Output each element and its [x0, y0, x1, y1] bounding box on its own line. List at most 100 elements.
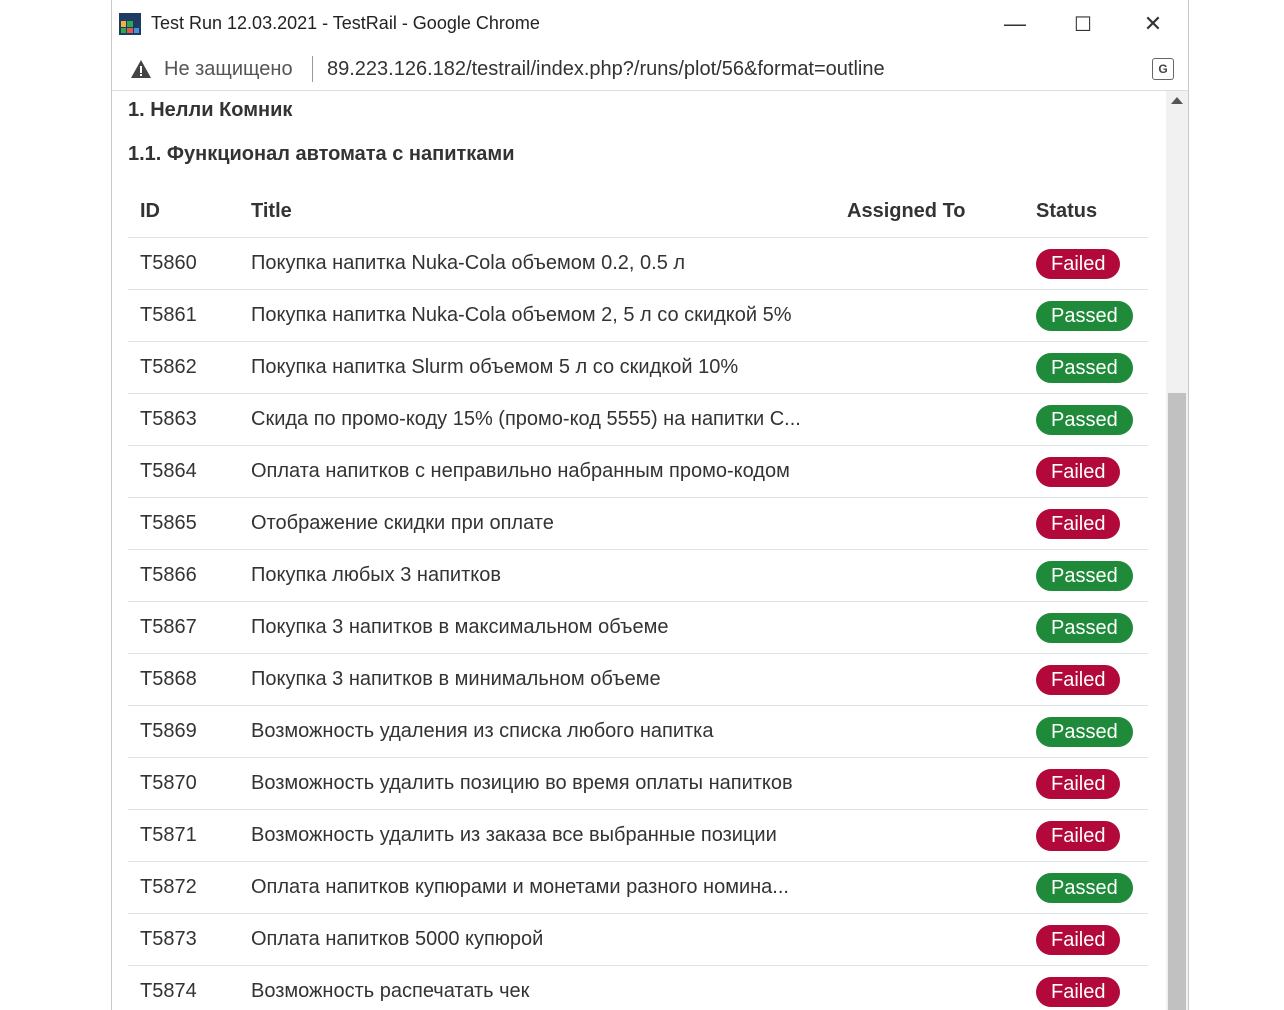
column-header-title: Title — [251, 185, 847, 238]
cell-assigned — [847, 549, 1036, 602]
cell-id[interactable]: T5860 — [128, 237, 251, 290]
cell-id[interactable]: T5873 — [128, 913, 251, 966]
cell-assigned — [847, 809, 1036, 862]
table-row[interactable]: T5862 Покупка напитка Slurm объемом 5 л с… — [128, 341, 1148, 394]
cell-title[interactable]: Возможность удаления из списка любого на… — [251, 705, 847, 758]
table-row[interactable]: T5872 Оплата напитков купюрами и монетами… — [128, 861, 1148, 914]
scrollbar-thumb[interactable] — [1168, 393, 1186, 1010]
column-header-assigned: Assigned To — [847, 185, 1036, 238]
cell-title[interactable]: Оплата напитков 5000 купюрой — [251, 913, 847, 966]
cell-status: Failed — [1036, 497, 1148, 550]
status-badge: Failed — [1036, 924, 1121, 955]
table-row[interactable]: T5861 Покупка напитка Nuka-Cola объемом 2… — [128, 289, 1148, 342]
cell-assigned — [847, 705, 1036, 758]
cell-assigned — [847, 237, 1036, 290]
scroll-up-arrow-icon[interactable] — [1171, 97, 1183, 104]
vertical-scrollbar[interactable] — [1166, 91, 1188, 1010]
cell-title[interactable]: Возможность удалить из заказа все выбран… — [251, 809, 847, 862]
cell-id[interactable]: T5872 — [128, 861, 251, 914]
table-row[interactable]: T5868 Покупка 3 напитков в минимальном об… — [128, 653, 1148, 706]
minimize-button[interactable]: — — [995, 8, 1035, 40]
cell-id[interactable]: T5861 — [128, 289, 251, 342]
cell-title[interactable]: Оплата напитков купюрами и монетами разн… — [251, 861, 847, 914]
maximize-button[interactable]: ☐ — [1063, 8, 1103, 40]
status-badge: Failed — [1036, 248, 1121, 279]
status-badge: Passed — [1036, 352, 1133, 383]
status-badge: Failed — [1036, 768, 1121, 799]
cell-title[interactable]: Скида по промо-коду 15% (промо-код 5555)… — [251, 393, 847, 446]
cell-status: Failed — [1036, 965, 1148, 1010]
cell-id[interactable]: T5864 — [128, 445, 251, 498]
url-field[interactable]: 89.223.126.182/testrail/index.php?/runs/… — [327, 58, 885, 81]
cell-id[interactable]: T5867 — [128, 601, 251, 654]
table-row[interactable]: T5869 Возможность удаления из списка любо… — [128, 705, 1148, 758]
cell-id[interactable]: T5863 — [128, 393, 251, 446]
cell-title[interactable]: Возможность распечатать чек — [251, 965, 847, 1010]
status-badge: Failed — [1036, 456, 1121, 487]
cell-id[interactable]: T5865 — [128, 497, 251, 550]
cell-assigned — [847, 913, 1036, 966]
warning-icon[interactable] — [130, 58, 152, 80]
cell-title[interactable]: Возможность удалить позицию во время опл… — [251, 757, 847, 810]
table-header-row: ID Title Assigned To Status — [128, 185, 1148, 238]
cell-assigned — [847, 497, 1036, 550]
close-button[interactable]: ✕ — [1133, 8, 1173, 40]
cell-title[interactable]: Покупка 3 напитков в максимальном объеме — [251, 601, 847, 654]
cell-assigned — [847, 965, 1036, 1010]
cell-id[interactable]: T5862 — [128, 341, 251, 394]
cell-status: Passed — [1036, 705, 1148, 758]
table-row[interactable]: T5864 Оплата напитков с неправильно набра… — [128, 445, 1148, 498]
cell-status: Passed — [1036, 289, 1148, 342]
cell-status: Passed — [1036, 341, 1148, 394]
cell-id[interactable]: T5866 — [128, 549, 251, 602]
cell-assigned — [847, 653, 1036, 706]
cell-status: Failed — [1036, 445, 1148, 498]
security-label[interactable]: Не защищено — [164, 58, 293, 81]
cell-status: Passed — [1036, 549, 1148, 602]
cell-assigned — [847, 757, 1036, 810]
cell-title[interactable]: Покупка любых 3 напитков — [251, 549, 847, 602]
status-badge: Passed — [1036, 716, 1133, 747]
section-heading: 1. Нелли Комник — [128, 99, 293, 121]
status-badge: Passed — [1036, 612, 1133, 643]
cell-id[interactable]: T5874 — [128, 965, 251, 1010]
test-cases-table: ID Title Assigned To Status T5860 Покупка… — [128, 185, 1148, 1010]
status-badge: Passed — [1036, 404, 1133, 435]
cell-status: Passed — [1036, 601, 1148, 654]
cell-title[interactable]: Отображение скидки при оплате — [251, 497, 847, 550]
table-row[interactable]: T5865 Отображение скидки при оплате Failed — [128, 497, 1148, 550]
cell-title[interactable]: Оплата напитков с неправильно набранным … — [251, 445, 847, 498]
table-row[interactable]: T5863 Скида по промо-коду 15% (промо-код … — [128, 393, 1148, 446]
translate-icon[interactable]: G — [1152, 58, 1174, 80]
testrail-app-icon — [119, 13, 141, 35]
table-row[interactable]: T5870 Возможность удалить позицию во врем… — [128, 757, 1148, 810]
column-header-id: ID — [128, 185, 251, 238]
cell-id[interactable]: T5871 — [128, 809, 251, 862]
table-row[interactable]: T5866 Покупка любых 3 напитков Passed — [128, 549, 1148, 602]
table-row[interactable]: T5873 Оплата напитков 5000 купюрой Failed — [128, 913, 1148, 966]
cell-id[interactable]: T5868 — [128, 653, 251, 706]
cell-id[interactable]: T5870 — [128, 757, 251, 810]
cell-assigned — [847, 601, 1036, 654]
table-row[interactable]: T5860 Покупка напитка Nuka-Cola объемом 0… — [128, 237, 1148, 290]
cell-status: Passed — [1036, 861, 1148, 914]
status-badge: Passed — [1036, 872, 1133, 903]
cell-title[interactable]: Покупка напитка Slurm объемом 5 л со ски… — [251, 341, 847, 394]
status-badge: Passed — [1036, 300, 1133, 331]
cell-title[interactable]: Покупка 3 напитков в минимальном объеме — [251, 653, 847, 706]
cell-title[interactable]: Покупка напитка Nuka-Cola объемом 0.2, 0… — [251, 237, 847, 290]
table-row[interactable]: T5874 Возможность распечатать чек Failed — [128, 965, 1148, 1010]
window-title: Test Run 12.03.2021 - TestRail - Google … — [151, 13, 540, 33]
page-content: 1. Нелли Комник 1.1. Функционал автомата… — [112, 91, 1164, 1010]
cell-title[interactable]: Покупка напитка Nuka-Cola объемом 2, 5 л… — [251, 289, 847, 342]
cell-id[interactable]: T5869 — [128, 705, 251, 758]
cell-assigned — [847, 289, 1036, 342]
table-row[interactable]: T5871 Возможность удалить из заказа все в… — [128, 809, 1148, 862]
table-row[interactable]: T5867 Покупка 3 напитков в максимальном о… — [128, 601, 1148, 654]
cell-status: Failed — [1036, 809, 1148, 862]
status-badge: Failed — [1036, 508, 1121, 539]
subsection-heading: 1.1. Функционал автомата с напитками — [128, 143, 515, 165]
cell-status: Failed — [1036, 653, 1148, 706]
cell-status: Failed — [1036, 757, 1148, 810]
cell-status: Passed — [1036, 393, 1148, 446]
